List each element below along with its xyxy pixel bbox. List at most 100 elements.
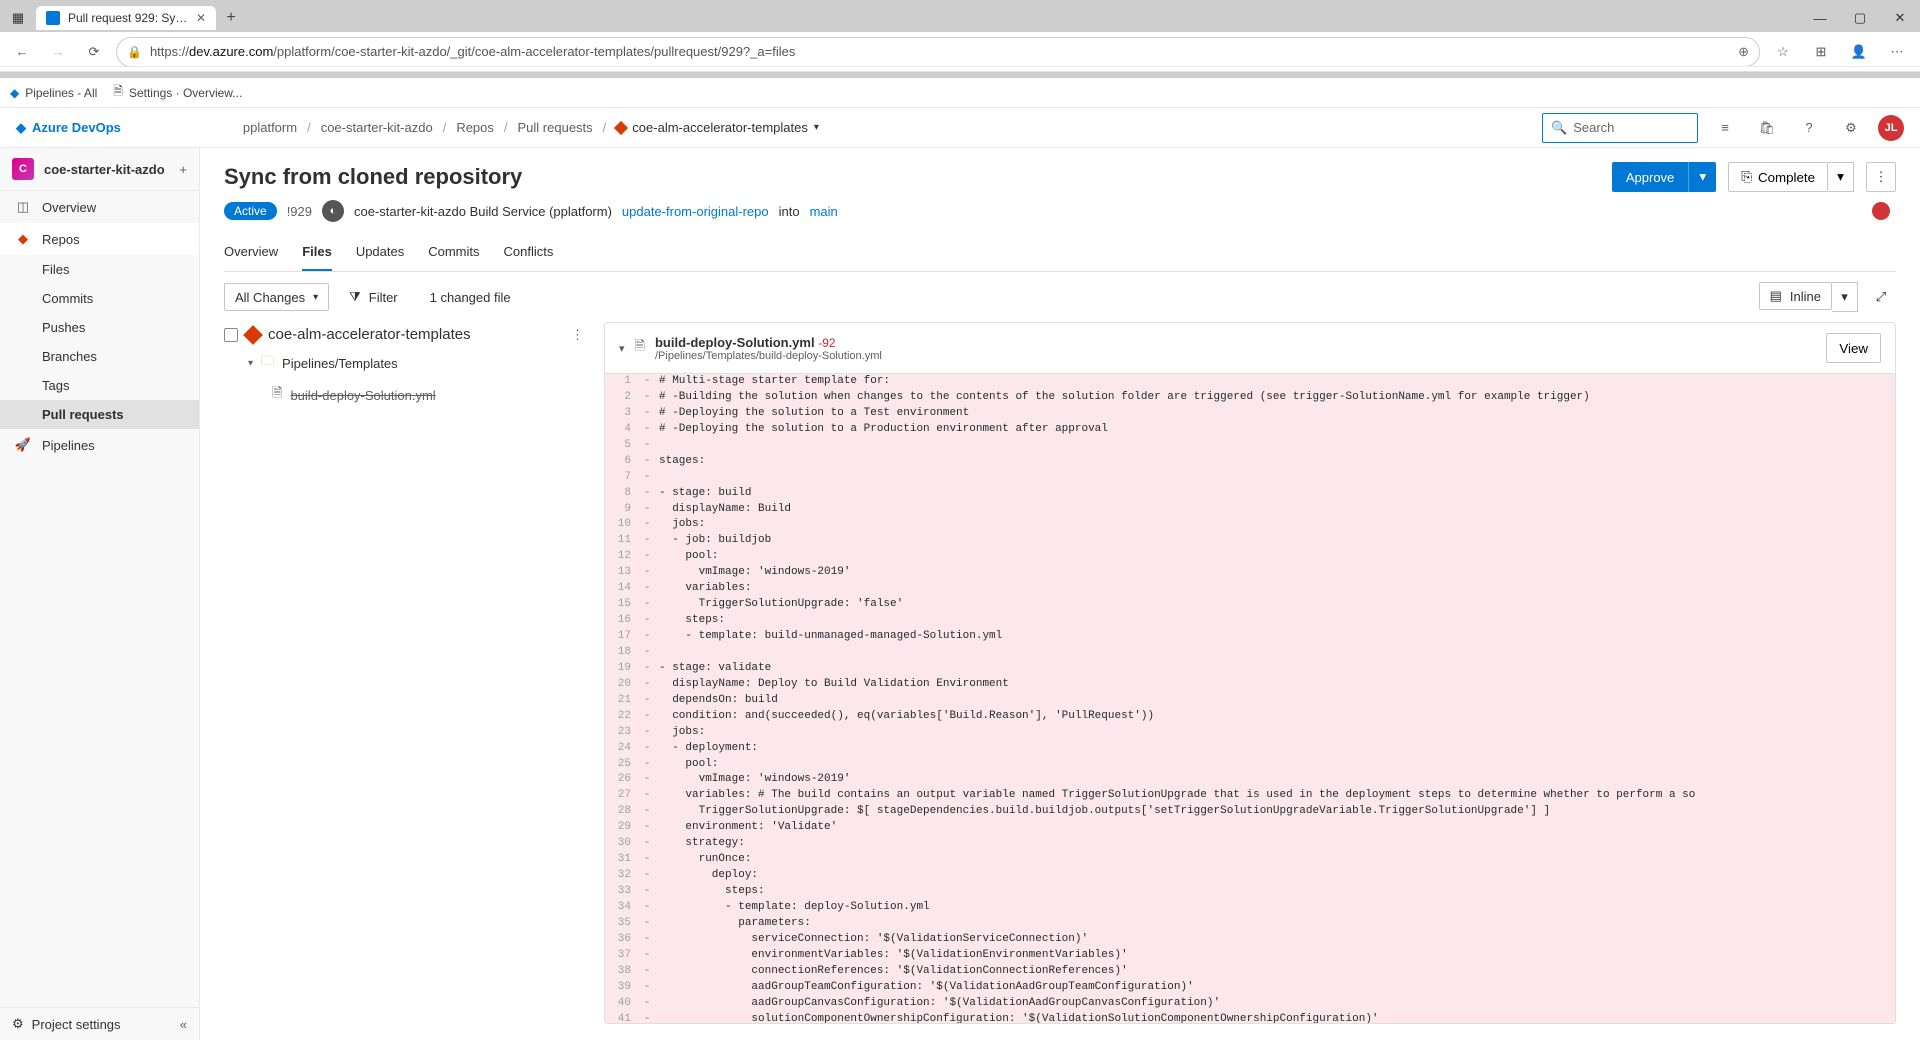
diff-line: 23- jobs: bbox=[605, 725, 1895, 741]
chevron-down-icon[interactable]: ▾ bbox=[619, 342, 625, 355]
complete-caret[interactable]: ▾ bbox=[1828, 162, 1854, 192]
inline-icon: ▤ bbox=[1770, 288, 1782, 304]
nav-files[interactable]: Files bbox=[0, 255, 199, 284]
maximize-button[interactable]: ▢ bbox=[1840, 4, 1880, 32]
reviewer-avatar[interactable] bbox=[1872, 202, 1890, 220]
diff-line: 38- connectionReferences: '$(ValidationC… bbox=[605, 964, 1895, 980]
read-aloud-icon[interactable]: ⊕ bbox=[1738, 44, 1749, 60]
breadcrumb: pplatform / coe-starter-kit-azdo / Repos… bbox=[243, 120, 819, 135]
forward-button[interactable]: → bbox=[44, 38, 72, 66]
diff-line: 9- displayName: Build bbox=[605, 502, 1895, 518]
crumb-repo[interactable]: coe-alm-accelerator-templates ▾ bbox=[616, 120, 819, 135]
nav-pushes[interactable]: Pushes bbox=[0, 313, 199, 342]
diff-body[interactable]: 1-# Multi-stage starter template for:2-#… bbox=[605, 374, 1895, 1023]
doc-icon: 🗎 bbox=[113, 82, 123, 103]
tree-file[interactable]: 🗎 build-deploy-Solution.yml bbox=[224, 379, 584, 411]
chevron-down-icon: ▾ bbox=[313, 292, 318, 303]
tree-checkbox[interactable] bbox=[224, 328, 238, 342]
tree-more-icon[interactable]: ⋮ bbox=[571, 327, 584, 343]
avatar[interactable]: JL bbox=[1878, 115, 1904, 141]
tab-conflicts[interactable]: Conflicts bbox=[504, 236, 554, 271]
close-window-button[interactable]: ✕ bbox=[1880, 4, 1920, 32]
project-settings-link[interactable]: ⚙ Project settings bbox=[12, 1016, 121, 1032]
left-nav: C coe-starter-kit-azdo + ◫ Overview ◆ Re… bbox=[0, 148, 200, 1040]
nav-overview[interactable]: ◫ Overview bbox=[0, 191, 199, 223]
file-tree: coe-alm-accelerator-templates ⋮ ▾ 🗀 Pipe… bbox=[224, 322, 584, 1024]
diff-line: 30- strategy: bbox=[605, 836, 1895, 852]
diff-view-caret[interactable]: ▾ bbox=[1832, 282, 1858, 312]
collapse-nav-icon[interactable]: « bbox=[180, 1017, 187, 1032]
crumb-project[interactable]: coe-starter-kit-azdo bbox=[321, 120, 433, 135]
fullscreen-button[interactable]: ⤢ bbox=[1866, 282, 1896, 312]
view-button[interactable]: View bbox=[1826, 333, 1881, 363]
user-settings-icon[interactable]: ⚙ bbox=[1836, 113, 1866, 143]
diff-line: 29- environment: 'Validate' bbox=[605, 820, 1895, 836]
pr-id: !929 bbox=[287, 204, 312, 219]
add-icon[interactable]: + bbox=[179, 162, 187, 177]
lock-icon: 🔒 bbox=[127, 45, 142, 59]
source-branch[interactable]: update-from-original-repo bbox=[622, 204, 769, 219]
crumb-org[interactable]: pplatform bbox=[243, 120, 297, 135]
browser-tab[interactable]: Pull request 929: Sync from clon... ✕ bbox=[36, 6, 216, 30]
bookmark-pipelines[interactable]: ◆ Pipelines - All bbox=[10, 86, 97, 100]
tab-overview[interactable]: Overview bbox=[224, 236, 278, 271]
tab-files[interactable]: Files bbox=[302, 236, 332, 271]
nav-pull-requests[interactable]: Pull requests bbox=[0, 400, 199, 429]
pr-tabs: Overview Files Updates Commits Conflicts bbox=[224, 236, 1896, 272]
complete-button[interactable]: ⎘ Complete bbox=[1728, 162, 1828, 192]
tab-updates[interactable]: Updates bbox=[356, 236, 404, 271]
menu-icon[interactable]: ⋯ bbox=[1882, 37, 1912, 67]
diff-line: 28- TriggerSolutionUpgrade: $[ stageDepe… bbox=[605, 804, 1895, 820]
shopping-icon[interactable]: ≡ bbox=[1710, 113, 1740, 143]
diff-line: 15- TriggerSolutionUpgrade: 'false' bbox=[605, 597, 1895, 613]
more-actions-button[interactable]: ⋮ bbox=[1866, 162, 1896, 192]
nav-tags[interactable]: Tags bbox=[0, 371, 199, 400]
crumb-section[interactable]: Repos bbox=[456, 120, 494, 135]
tree-folder[interactable]: ▾ 🗀 Pipelines/Templates bbox=[224, 347, 584, 379]
help-icon[interactable]: ? bbox=[1794, 113, 1824, 143]
target-branch[interactable]: main bbox=[810, 204, 838, 219]
diff-line: 33- steps: bbox=[605, 884, 1895, 900]
browser-chrome: ▦ Pull request 929: Sync from clon... ✕ … bbox=[0, 0, 1920, 78]
address-bar[interactable]: 🔒 https://dev.azure.com/pplatform/coe-st… bbox=[116, 37, 1760, 67]
file-icon: 🗎 bbox=[272, 384, 282, 406]
azure-devops-logo[interactable]: ◆ Azure DevOps bbox=[16, 120, 121, 136]
diff-view-dropdown[interactable]: ▤ Inline bbox=[1759, 282, 1832, 310]
bookmark-settings[interactable]: 🗎 Settings · Overview... bbox=[113, 82, 242, 103]
folder-icon: 🗀 bbox=[261, 352, 274, 374]
nav-repos[interactable]: ◆ Repos bbox=[0, 223, 199, 255]
diff-filename: build-deploy-Solution.yml bbox=[655, 335, 815, 350]
author-avatar: ◐ bbox=[322, 200, 344, 222]
diff-line: 4-# -Deploying the solution to a Product… bbox=[605, 422, 1895, 438]
nav-pipelines[interactable]: 🚀 Pipelines bbox=[0, 429, 199, 461]
profile-icon[interactable]: 👤 bbox=[1844, 37, 1874, 67]
marketplace-icon[interactable]: 🛍 bbox=[1752, 113, 1782, 143]
nav-commits[interactable]: Commits bbox=[0, 284, 199, 313]
crumb-subsection[interactable]: Pull requests bbox=[518, 120, 593, 135]
approve-caret[interactable]: ▾ bbox=[1688, 162, 1716, 192]
approve-button[interactable]: Approve bbox=[1612, 162, 1688, 192]
refresh-button[interactable]: ⟳ bbox=[80, 38, 108, 66]
minimize-button[interactable]: — bbox=[1800, 4, 1840, 32]
search-input[interactable]: 🔍 Search bbox=[1542, 113, 1698, 143]
favorites-icon[interactable]: ☆ bbox=[1768, 37, 1798, 67]
diff-line: 21- dependsOn: build bbox=[605, 693, 1895, 709]
window-controls: — ▢ ✕ bbox=[1800, 4, 1920, 32]
project-selector[interactable]: C coe-starter-kit-azdo + bbox=[0, 148, 199, 191]
url-text: https://dev.azure.com/pplatform/coe-star… bbox=[150, 44, 1730, 59]
new-tab-button[interactable]: + bbox=[218, 5, 244, 31]
collections-icon[interactable]: ⊞ bbox=[1806, 37, 1836, 67]
close-tab-icon[interactable]: ✕ bbox=[196, 11, 206, 25]
diff-line: 37- environmentVariables: '$(ValidationE… bbox=[605, 948, 1895, 964]
diff-line: 12- pool: bbox=[605, 549, 1895, 565]
browser-app-icon: ▦ bbox=[6, 6, 30, 30]
diff-line: 11- - job: buildjob bbox=[605, 533, 1895, 549]
changes-dropdown[interactable]: All Changes ▾ bbox=[224, 283, 329, 311]
nav-branches[interactable]: Branches bbox=[0, 342, 199, 371]
repo-name[interactable]: coe-alm-accelerator-templates bbox=[268, 326, 471, 343]
tab-commits[interactable]: Commits bbox=[428, 236, 479, 271]
tab-title: Pull request 929: Sync from clon... bbox=[68, 11, 188, 25]
filter-button[interactable]: ⧩ Filter bbox=[339, 283, 408, 311]
file-icon: 🗎 bbox=[635, 337, 645, 359]
back-button[interactable]: ← bbox=[8, 38, 36, 66]
